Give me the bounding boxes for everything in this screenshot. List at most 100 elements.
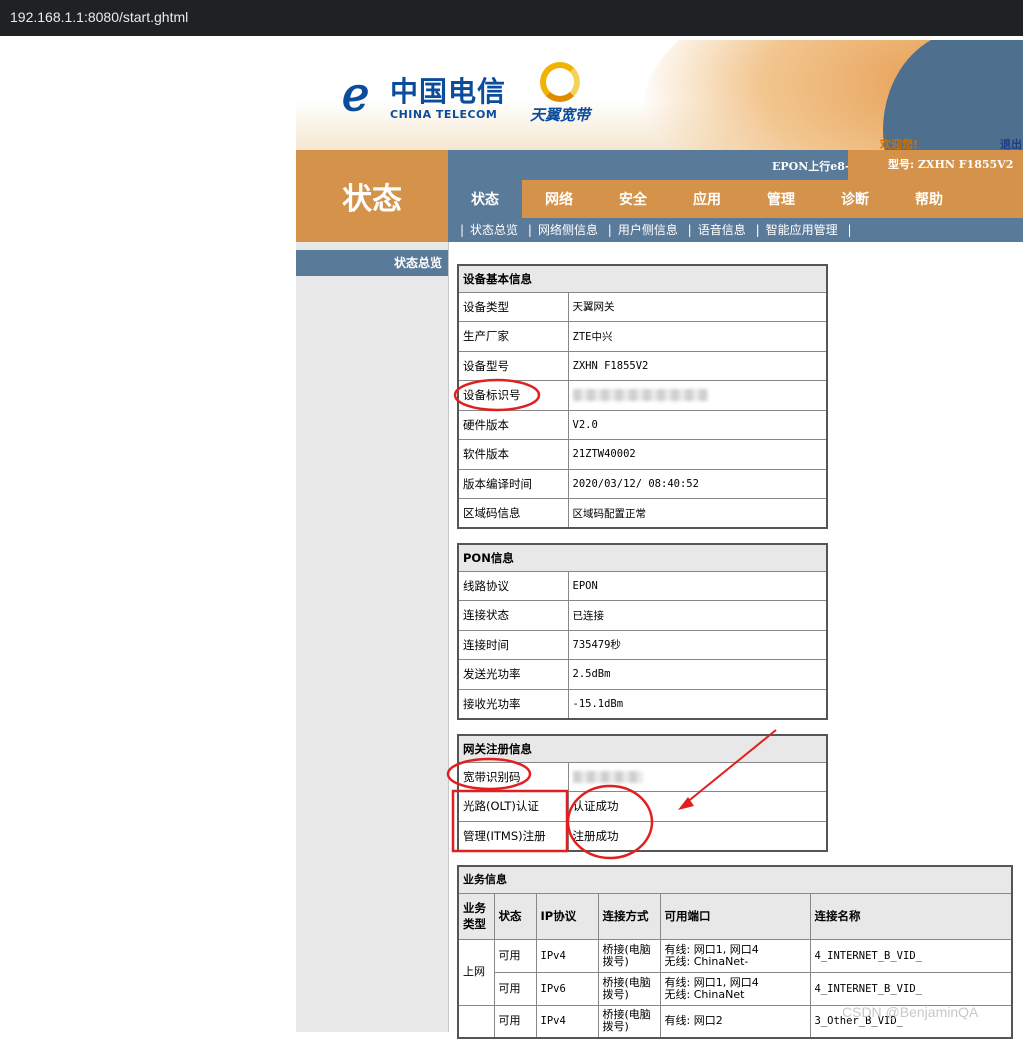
col-header: 连接方式 — [597, 892, 661, 940]
port-wired: 有线: 网口1, 网口4 — [664, 942, 759, 956]
port-wired: 有线: 网口1, 网口4 — [664, 975, 759, 989]
biz-ip: IPv6 — [535, 971, 599, 1006]
tab-status[interactable]: 状态 — [448, 180, 522, 218]
col-header: 可用端口 — [659, 892, 811, 940]
row-value: 天翼网关 — [567, 291, 828, 322]
col-header: 业务类型 — [457, 892, 495, 940]
biz-name: 4_INTERNET_B_VID_ — [809, 938, 1013, 973]
table-row: 设备型号 ZXHN F1855V2 — [457, 350, 828, 381]
row-key: 宽带识别码 — [457, 761, 569, 792]
biz-port: 有线: 网口2 — [659, 1004, 811, 1039]
row-value: 注册成功 — [567, 820, 828, 851]
table-row: 版本编译时间 2020/03/12/ 08:40:52 — [457, 468, 828, 499]
biz-name: 4_INTERNET_B_VID_ — [809, 971, 1013, 1006]
subnav-lan-info[interactable]: 用户侧信息 — [618, 223, 678, 237]
row-value: ZXHN F1855V2 — [567, 350, 828, 381]
tab-security[interactable]: 安全 — [596, 180, 670, 218]
logo-en-text: CHINA TELECOM — [390, 108, 498, 121]
biz-port: 有线: 网口1, 网口4 无线: ChinaNet- — [659, 938, 811, 973]
table-row: 区域码信息 区域码配置正常 — [457, 498, 828, 529]
redacted-value — [572, 770, 643, 783]
sidebar-item-overview[interactable]: 状态总览 — [296, 250, 448, 276]
table-row: 设备类型 天翼网关 — [457, 291, 828, 322]
row-key: 接收光功率 — [457, 688, 569, 719]
subnav-smart-app[interactable]: 智能应用管理 — [766, 223, 838, 237]
table-row: 光路(OLT)认证 认证成功 — [457, 791, 828, 822]
port-wireless: 无线: ChinaNet- — [664, 954, 749, 968]
biz-status: 可用 — [493, 1004, 537, 1039]
gateway-reg-table: 网关注册信息 宽带识别码 光路(OLT)认证 认证成功 管理(ITMS)注册 注册成… — [457, 734, 828, 852]
biz-port: 有线: 网口1, 网口4 无线: ChinaNet — [659, 971, 811, 1006]
table-row: 上网 可用 IPv4 桥接(电脑拨号) 有线: 网口1, 网口4 无线: Chin… — [457, 938, 1013, 1006]
table-row: 线路协议 EPON — [457, 570, 828, 601]
row-value: 735479秒 — [567, 629, 828, 660]
row-key: 设备标识号 — [457, 380, 569, 411]
row-value-redacted — [567, 761, 828, 792]
logout-link[interactable]: 退出 — [1000, 136, 1022, 150]
row-value: 已连接 — [567, 600, 828, 631]
table-row: 可用 IPv6 桥接(电脑拨号) 有线: 网口1, 网口4 无线: ChinaNe… — [458, 971, 1013, 1006]
row-key: 设备类型 — [457, 291, 569, 322]
page-title-box: 状态 — [296, 150, 448, 242]
biz-conn: 桥接(电脑拨号) — [597, 971, 661, 1006]
url-text[interactable]: 192.168.1.1:8080/start.ghtml — [10, 9, 188, 25]
row-key: 区域码信息 — [457, 498, 569, 529]
table-row: 连接状态 已连接 — [457, 600, 828, 631]
row-value: V2.0 — [567, 409, 828, 440]
table-row: 硬件版本 V2.0 — [457, 409, 828, 440]
header-banner: ℯ 中国电信 CHINA TELECOM 天翼宽带 欢迎您! 退出 — [296, 40, 1023, 150]
row-value: 2020/03/12/ 08:40:52 — [567, 468, 828, 499]
table-row: 设备标识号 — [457, 380, 828, 411]
biz-ip: IPv4 — [535, 938, 599, 973]
address-bar[interactable]: 192.168.1.1:8080/start.ghtml — [0, 0, 1023, 36]
tab-application[interactable]: 应用 — [670, 180, 744, 218]
row-key: 线路协议 — [457, 570, 569, 601]
row-value: 认证成功 — [567, 791, 828, 822]
subnav-wan-info[interactable]: 网络侧信息 — [538, 223, 598, 237]
table-row: 发送光功率 2.5dBm — [457, 659, 828, 690]
epon-label: EPON上行e8-C — [772, 160, 859, 173]
row-value: 2.5dBm — [567, 659, 828, 690]
tab-help[interactable]: 帮助 — [892, 180, 966, 218]
row-key: 软件版本 — [457, 439, 569, 470]
table-title: 网关注册信息 — [457, 734, 828, 763]
main-tabs: 状态 网络 安全 应用 管理 诊断 帮助 — [448, 180, 1023, 218]
tab-diagnosis[interactable]: 诊断 — [818, 180, 892, 218]
col-header: IP协议 — [535, 892, 599, 940]
table-row: 接收光功率 -15.1dBm — [457, 688, 828, 719]
subnav-voice-info[interactable]: 语音信息 — [698, 223, 746, 237]
biz-status: 可用 — [493, 938, 537, 973]
row-key: 连接状态 — [457, 600, 569, 631]
col-header: 连接名称 — [809, 892, 1013, 940]
table-row: 宽带识别码 — [457, 761, 828, 792]
row-value-redacted — [567, 380, 828, 411]
logo-cn-text: 中国电信 — [390, 75, 507, 108]
page-title: 状态 — [342, 182, 402, 217]
row-value: 区域码配置正常 — [567, 498, 828, 529]
tianyi-ring-icon — [540, 62, 580, 102]
tab-management[interactable]: 管理 — [744, 180, 818, 218]
row-key: 生产厂家 — [457, 321, 569, 352]
row-key: 设备型号 — [457, 350, 569, 381]
table-title: 设备基本信息 — [457, 264, 828, 293]
tianyi-logo: 天翼宽带 — [530, 62, 590, 125]
row-key: 管理(ITMS)注册 — [457, 820, 569, 851]
row-key: 硬件版本 — [457, 409, 569, 440]
row-value: 21ZTW40002 — [567, 439, 828, 470]
row-key: 连接时间 — [457, 629, 569, 660]
subnav-overview[interactable]: 状态总览 — [470, 223, 518, 237]
device-info-table: 设备基本信息 设备类型 天翼网关 生产厂家 ZTE中兴 设备型号 ZXHN F1855… — [457, 264, 828, 529]
pon-info-table: PON信息 线路协议 EPON 连接状态 已连接 连接时间 735479秒 发送光功率… — [457, 543, 828, 720]
tab-network[interactable]: 网络 — [522, 180, 596, 218]
row-key: 光路(OLT)认证 — [457, 791, 569, 822]
row-key: 发送光功率 — [457, 659, 569, 690]
biz-conn: 桥接(电脑拨号) — [597, 1004, 661, 1039]
biz-type: 上网 — [457, 938, 495, 1006]
row-value: -15.1dBm — [567, 688, 828, 719]
table-title: 业务信息 — [457, 865, 1013, 894]
biz-status: 可用 — [493, 971, 537, 1006]
china-telecom-logo: ℯ 中国电信 CHINA TELECOM — [342, 70, 507, 122]
model-label: 型号: ZXHN F1855V2 — [848, 150, 1023, 180]
port-wired: 有线: 网口2 — [664, 1014, 723, 1028]
sub-nav: | 状态总览 | 网络侧信息 | 用户侧信息 | 语音信息 | 智能应用管理 | — [448, 218, 1023, 242]
